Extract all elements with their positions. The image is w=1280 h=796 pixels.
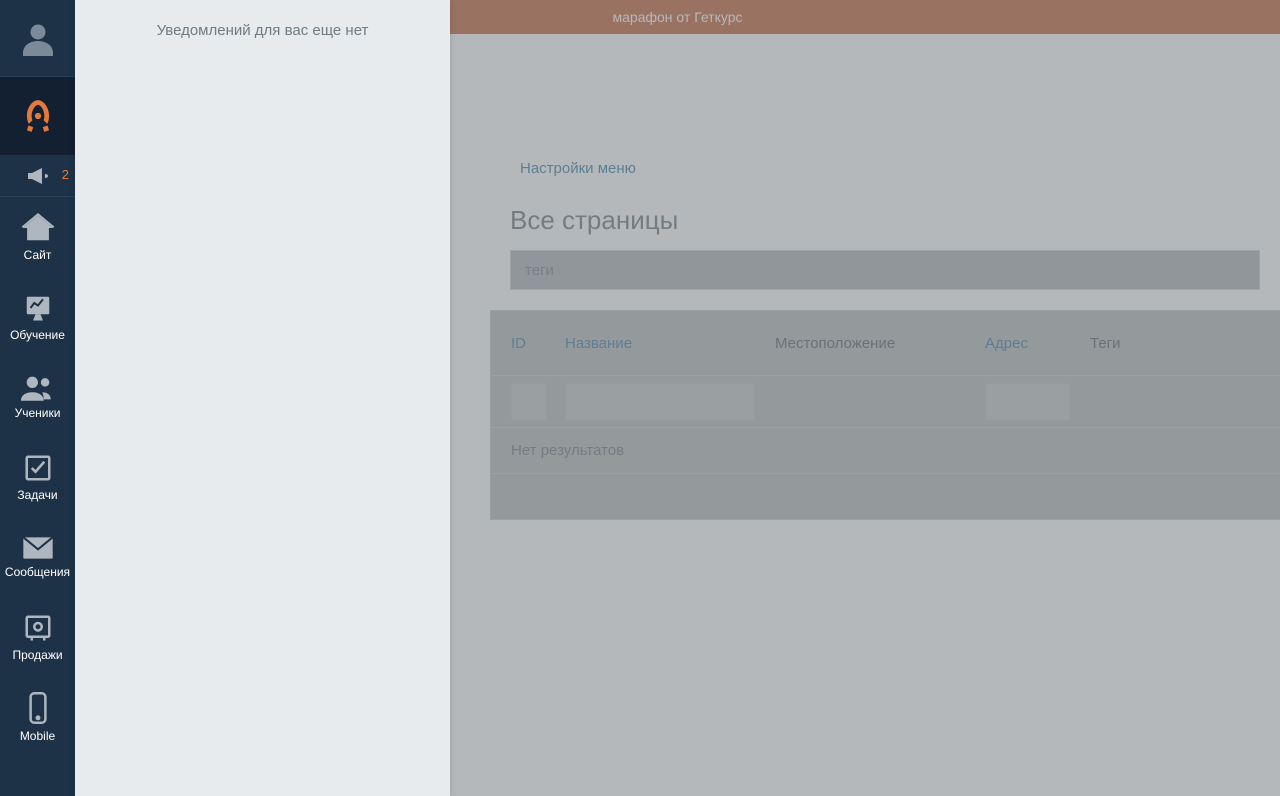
megaphone-badge: 2 — [62, 167, 69, 182]
notifications-panel: Уведомлений для вас еще нет — [75, 0, 450, 796]
envelope-icon — [22, 536, 54, 560]
megaphone-icon — [26, 166, 50, 186]
sidebar-item-mobile[interactable]: Mobile — [0, 677, 75, 757]
sidebar-item-label: Сайт — [24, 249, 52, 261]
sidebar-item-label: Mobile — [20, 730, 55, 742]
sidebar-item-tasks[interactable]: Задачи — [0, 437, 75, 517]
house-icon — [21, 213, 55, 243]
sidebar-item-site[interactable]: Сайт — [0, 197, 75, 277]
sidebar: 2 Сайт Обучение Ученики Задачи Сообщения — [0, 0, 75, 796]
check-square-icon — [23, 453, 53, 483]
mobile-icon — [27, 692, 49, 724]
sidebar-item-label: Задачи — [17, 489, 57, 501]
users-icon — [21, 375, 55, 401]
sidebar-item-students[interactable]: Ученики — [0, 357, 75, 437]
sidebar-item-label: Сообщения — [5, 566, 70, 578]
sidebar-profile[interactable] — [0, 0, 75, 77]
sidebar-rocket[interactable] — [0, 77, 75, 155]
user-icon — [20, 20, 56, 56]
safe-icon — [23, 613, 53, 643]
sidebar-item-sales[interactable]: Продажи — [0, 597, 75, 677]
sidebar-item-training[interactable]: Обучение — [0, 277, 75, 357]
sidebar-item-label: Обучение — [10, 329, 65, 341]
sidebar-item-label: Ученики — [15, 407, 61, 419]
sidebar-item-label: Продажи — [12, 649, 62, 661]
chart-board-icon — [23, 293, 53, 323]
sidebar-megaphone[interactable]: 2 — [0, 155, 75, 197]
sidebar-item-messages[interactable]: Сообщения — [0, 517, 75, 597]
notifications-empty-text: Уведомлений для вас еще нет — [75, 0, 450, 61]
rocket-icon — [19, 97, 57, 135]
